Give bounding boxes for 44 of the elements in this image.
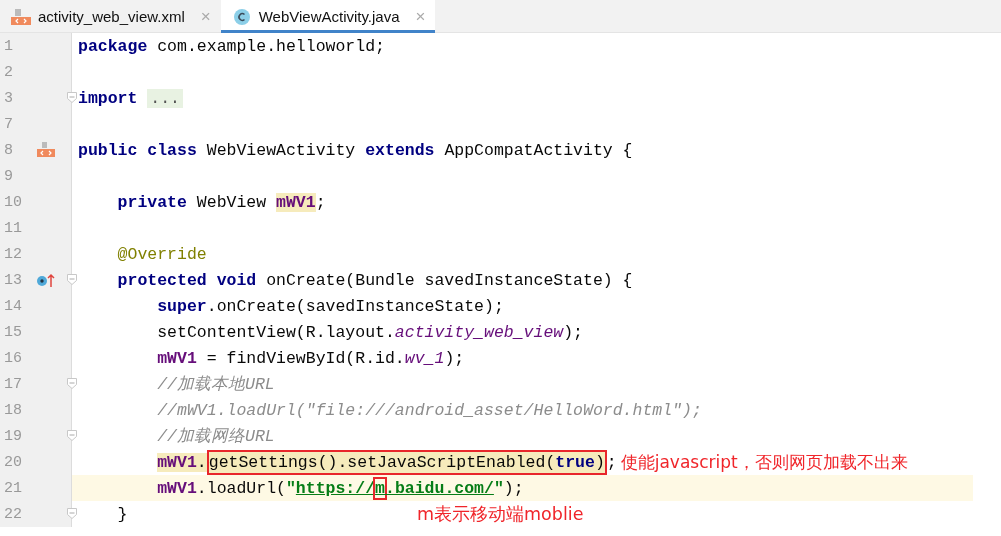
code-line: public class WebViewActivity extends AppCompatActivity { — [78, 139, 633, 162]
line-number: 17 — [3, 375, 23, 393]
line-number: 1 — [3, 37, 14, 55]
file-tab[interactable]: WebViewActivity.java × — [220, 0, 436, 33]
annotation-note: m表示移动端moblie — [417, 503, 584, 526]
line-number: 13 — [3, 271, 23, 289]
line-number: 18 — [3, 401, 23, 419]
fold-icon[interactable] — [67, 92, 77, 103]
code-line: mWV1 = findViewById(R.id.wv_1); — [156, 347, 465, 370]
code-line: import ... — [78, 86, 184, 110]
code-line: //加载本地URL — [156, 374, 275, 396]
code-line: setContentView(R.layout.activity_web_view); — [156, 321, 583, 344]
xml-file-icon — [10, 7, 32, 26]
line-number: 9 — [3, 167, 14, 185]
line-number: 22 — [3, 505, 23, 523]
fold-icon[interactable] — [67, 508, 77, 519]
line-number: 12 — [3, 245, 23, 263]
line-number: 10 — [3, 193, 23, 211]
line-number: 21 — [3, 479, 23, 497]
line-number: 2 — [3, 63, 14, 81]
fold-icon[interactable] — [67, 378, 77, 389]
line-number: 14 — [3, 297, 23, 315]
override-icon[interactable] — [36, 272, 56, 288]
code-line: package com.example.helloworld; — [78, 35, 385, 58]
line-number: 16 — [3, 349, 23, 367]
code-line: //加载网络URL — [156, 426, 275, 448]
line-number: 7 — [3, 115, 14, 133]
fold-icon[interactable] — [67, 430, 77, 441]
line-number: 20 — [3, 453, 23, 471]
code-line: protected void onCreate(Bundle savedInstanceState) { — [116, 269, 633, 292]
annotation-note: 使能javascript，否则网页加载不出来 — [620, 450, 908, 474]
line-number: 11 — [3, 219, 23, 237]
code-line: @Override — [116, 243, 207, 266]
line-number: 8 — [3, 141, 14, 159]
code-line: super.onCreate(savedInstanceState); — [156, 295, 504, 318]
code-line: private WebView mWV1; — [116, 191, 326, 214]
file-tab[interactable]: activity_web_view.xml × — [0, 0, 221, 33]
xml-file-icon[interactable] — [36, 142, 56, 158]
line-number: 19 — [3, 427, 23, 445]
line-number: 3 — [3, 89, 14, 107]
fold-icon[interactable] — [67, 274, 77, 285]
code-line: } — [116, 503, 128, 526]
code-line: //mWV1.loadUrl("file:///android_asset/HelloWord.html"); — [156, 399, 702, 422]
line-number: 15 — [3, 323, 23, 341]
